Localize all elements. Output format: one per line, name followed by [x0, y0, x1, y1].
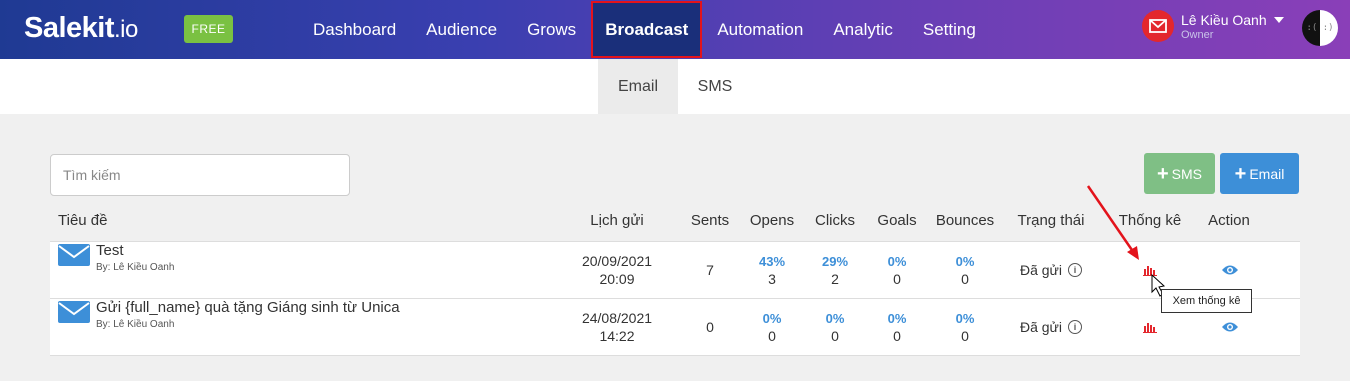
col-sents: Sents	[690, 211, 730, 229]
main-nav: Dashboard Audience Grows Broadcast Autom…	[298, 0, 991, 59]
bounces-cell: 0% 0	[955, 253, 975, 287]
nav-automation[interactable]: Automation	[702, 0, 818, 59]
opens-cell: 0% 0	[762, 310, 782, 344]
sents-cell: 0	[706, 319, 714, 335]
col-schedule: Lịch gửi	[590, 211, 644, 229]
col-goals: Goals	[877, 211, 917, 229]
col-status: Trạng thái	[1017, 211, 1085, 229]
schedule-cell: 20/09/2021 20:09	[581, 253, 653, 287]
plus-icon: +	[1234, 162, 1247, 185]
search-input[interactable]	[50, 154, 350, 196]
tab-email[interactable]: Email	[598, 59, 678, 114]
nav-setting[interactable]: Setting	[908, 0, 991, 59]
status-cell: Đã gửi i	[1010, 299, 1092, 355]
chevron-down-icon	[1273, 16, 1284, 23]
col-clicks: Clicks	[815, 211, 855, 229]
mail-icon	[58, 244, 90, 266]
col-title: Tiêu đề	[58, 211, 108, 229]
tooltip: Xem thống kê	[1161, 289, 1252, 313]
user-menu[interactable]: Lê Kiều Oanh Owner	[1142, 10, 1284, 42]
status-text: Đã gửi	[1019, 262, 1063, 278]
info-icon[interactable]: i	[1068, 263, 1083, 277]
broadcast-author: By: Lê Kiều Oanh	[96, 262, 175, 273]
table-row: Test By: Lê Kiều Oanh 20/09/2021 20:09 7…	[50, 242, 1300, 299]
plus-icon: +	[1156, 162, 1169, 185]
col-stats: Thống kê	[1118, 211, 1182, 229]
nav-broadcast[interactable]: Broadcast	[591, 1, 703, 58]
bounces-cell: 0% 0	[955, 310, 975, 344]
nav-analytic[interactable]: Analytic	[818, 0, 908, 59]
col-action: Action	[1208, 211, 1250, 229]
opens-cell: 43% 3	[758, 253, 786, 287]
broadcast-title[interactable]: Test	[96, 242, 174, 259]
goals-cell: 0% 0	[887, 253, 907, 287]
tab-sms[interactable]: SMS	[680, 59, 750, 114]
broadcast-author: By: Lê Kiều Oanh	[96, 319, 175, 330]
broadcast-title[interactable]: Gửi {full_name} quà tặng Giáng sinh từ U…	[96, 299, 400, 316]
status-cell: Đã gửi i	[1010, 242, 1092, 298]
plan-badge: FREE	[184, 15, 233, 43]
account-avatar-icon[interactable]: :( :)	[1302, 10, 1338, 46]
add-email-button[interactable]: + Email	[1220, 153, 1299, 194]
clicks-cell: 29% 2	[821, 253, 849, 287]
nav-dashboard[interactable]: Dashboard	[298, 0, 411, 59]
logo[interactable]: Salekit.io	[24, 12, 138, 45]
nav-grows[interactable]: Grows	[512, 0, 591, 59]
top-navbar: Salekit.io FREE Dashboard Audience Grows…	[0, 0, 1350, 59]
table-row: Gửi {full_name} quà tặng Giáng sinh từ U…	[50, 299, 1300, 356]
user-name: Lê Kiều Oanh	[1181, 11, 1267, 28]
col-bounces: Bounces	[935, 211, 995, 229]
sents-cell: 7	[706, 262, 714, 278]
goals-cell: 0% 0	[887, 310, 907, 344]
info-icon[interactable]: i	[1068, 320, 1083, 334]
user-role: Owner	[1181, 28, 1214, 41]
schedule-cell: 24/08/2021 14:22	[581, 310, 653, 344]
clicks-cell: 0% 0	[825, 310, 845, 344]
status-text: Đã gửi	[1019, 319, 1063, 335]
col-opens: Opens	[749, 211, 795, 229]
mail-avatar-icon	[1142, 10, 1174, 42]
mail-icon	[58, 301, 90, 323]
table-header: Tiêu đề Lịch gửi Sents Opens Clicks Goal…	[50, 200, 1300, 240]
subtabs: Email SMS	[0, 59, 1350, 114]
broadcast-table: Test By: Lê Kiều Oanh 20/09/2021 20:09 7…	[50, 241, 1300, 356]
add-sms-button[interactable]: + SMS	[1144, 153, 1215, 194]
nav-audience[interactable]: Audience	[411, 0, 512, 59]
